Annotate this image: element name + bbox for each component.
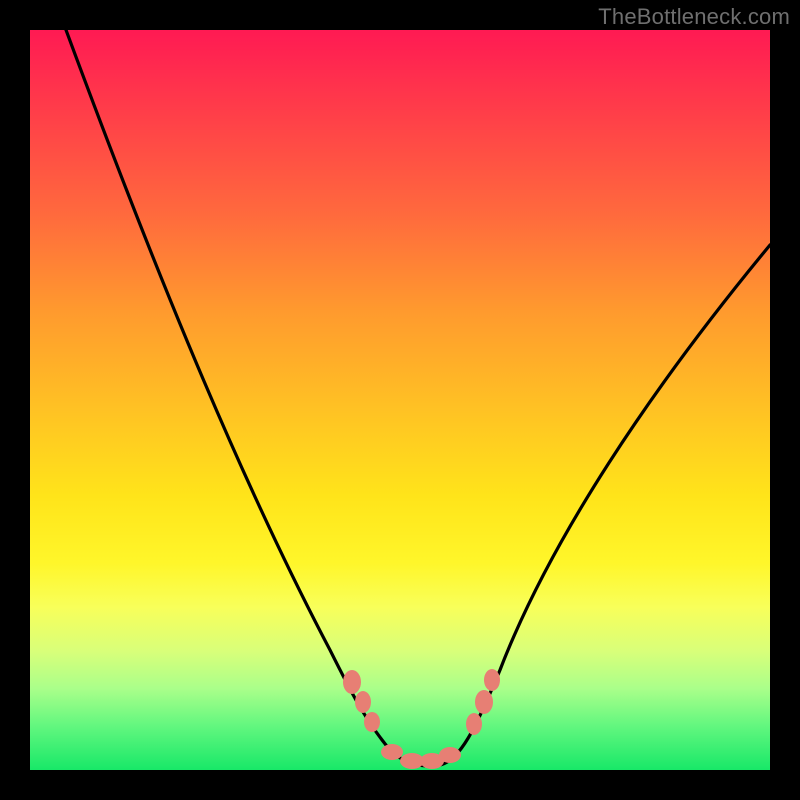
chart-frame: TheBottleneck.com bbox=[0, 0, 800, 800]
bottleneck-curve bbox=[30, 30, 770, 770]
marker-cluster-right bbox=[466, 669, 500, 735]
curve-path bbox=[66, 30, 770, 766]
chart-plot-area bbox=[30, 30, 770, 770]
marker-cluster-bottom bbox=[381, 744, 461, 769]
watermark-text: TheBottleneck.com bbox=[598, 4, 790, 30]
marker-cluster-left bbox=[343, 670, 380, 732]
